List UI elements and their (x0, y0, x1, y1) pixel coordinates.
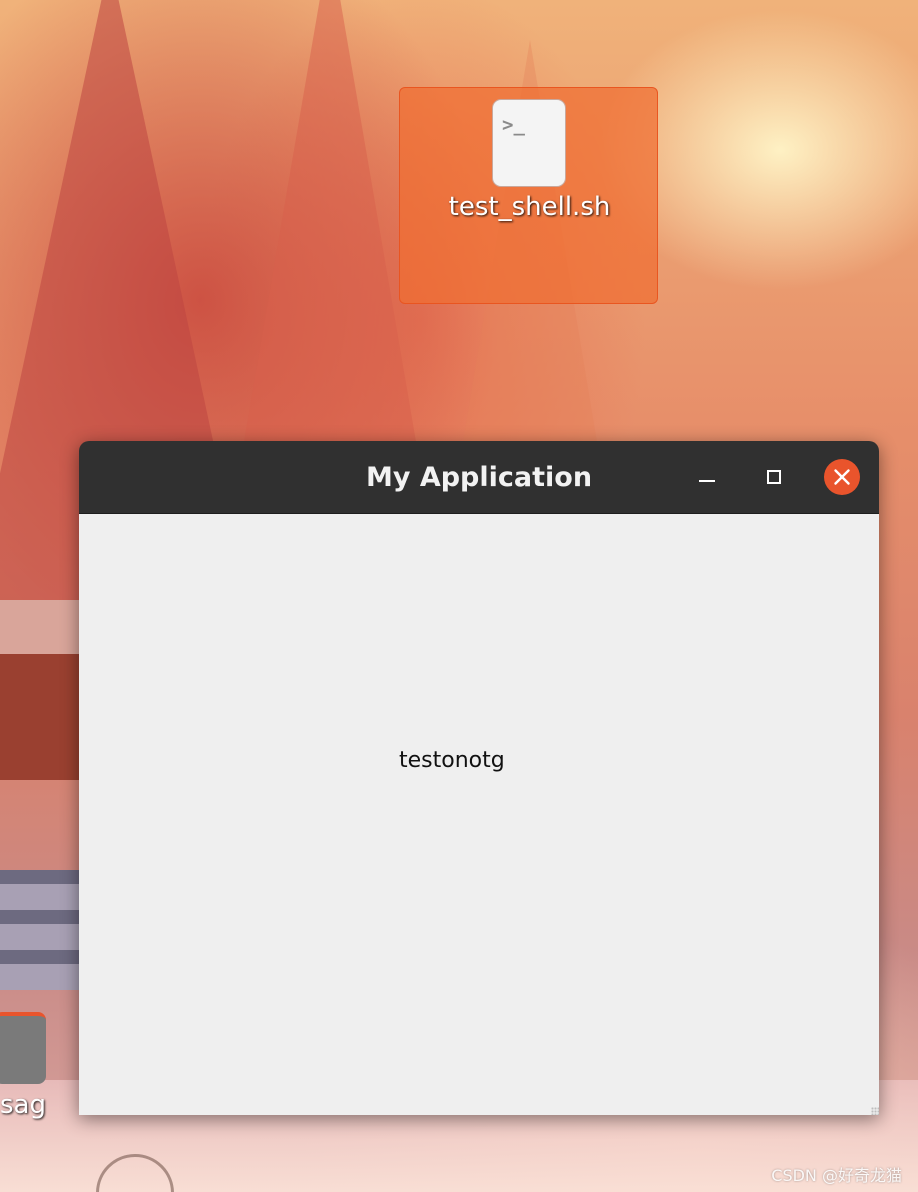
desktop-icon-label: test_shell.sh (448, 192, 611, 222)
watermark: CSDN @好奇龙猫 (771, 1166, 902, 1185)
desktop-background: >_ test_shell.sh sag My Application test… (0, 0, 918, 1192)
close-button[interactable] (824, 459, 860, 495)
content-label: testonotg (399, 748, 505, 773)
cabin-decoration (0, 600, 80, 780)
fence-decoration (0, 870, 80, 990)
maximize-icon (767, 470, 781, 484)
prompt-glyph: >_ (502, 114, 525, 136)
terminal-script-icon: >_ (492, 99, 566, 187)
application-window: My Application testonotg (79, 441, 879, 1115)
resize-grip[interactable] (871, 1107, 879, 1115)
close-icon (834, 469, 850, 485)
desktop-icon-test-shell[interactable]: >_ test_shell.sh (399, 87, 658, 304)
folder-icon[interactable] (0, 1012, 46, 1084)
window-content: testonotg (79, 514, 879, 1115)
minimize-button[interactable] (689, 459, 725, 495)
minimize-icon (699, 480, 715, 482)
maximize-button[interactable] (756, 459, 792, 495)
desktop-icon-label[interactable]: sag (0, 1090, 46, 1120)
window-titlebar[interactable]: My Application (79, 441, 879, 514)
